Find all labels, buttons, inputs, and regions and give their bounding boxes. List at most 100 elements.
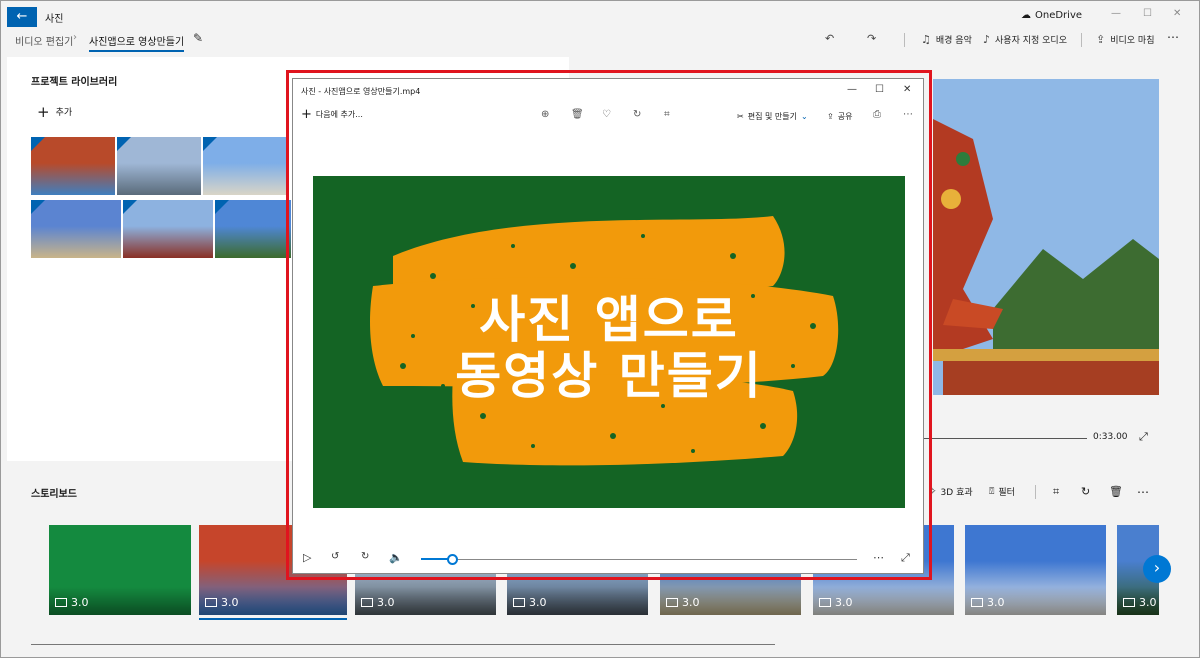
clip-duration-label: 3.0	[835, 596, 853, 609]
library-thumbnail[interactable]	[31, 200, 121, 258]
clip-duration: 3.0	[1123, 596, 1157, 609]
crop-icon[interactable]: ⌗	[664, 109, 670, 120]
custom-audio-label: 사용자 지정 오디오	[995, 36, 1067, 46]
play-icon[interactable]: ▷	[303, 551, 311, 564]
edit-and-create-button[interactable]: ✂ 편집 및 만들기 ⌄	[737, 111, 808, 122]
image-icon	[55, 598, 67, 607]
library-thumbnail[interactable]	[117, 137, 201, 195]
custom-audio-button[interactable]: ♪ 사용자 지정 오디오	[983, 33, 1067, 46]
video-frame[interactable]: 사진 앱으로 동영상 만들기	[313, 176, 905, 508]
viewer-maximize-button[interactable]: ☐	[875, 84, 884, 95]
close-button[interactable]: ✕	[1173, 8, 1181, 19]
used-marker-icon	[117, 137, 131, 151]
used-marker-icon	[31, 200, 45, 214]
viewer-toolbar: + 다음에 추가... ⊕ 🗑 ♡ ↻ ⌗ ✂ 편집 및 만들기 ⌄ ⇪ 공유 …	[293, 105, 923, 127]
seek-thumb[interactable]	[447, 554, 458, 565]
storyboard-next-button[interactable]: ›	[1143, 555, 1171, 583]
plus-icon: +	[37, 102, 50, 121]
video-preview	[933, 79, 1159, 395]
filter-icon: ⍔	[989, 486, 995, 497]
cloud-icon: ☁	[1021, 10, 1031, 21]
back-button[interactable]: ←	[7, 7, 37, 27]
export-icon: ⇪	[1096, 33, 1106, 46]
minimize-button[interactable]: —	[1111, 8, 1121, 19]
add-label: 추가	[55, 108, 73, 118]
viewer-title-bar: 사진 - 사진앱으로 영상만들기.mp4 — ☐ ✕	[293, 79, 923, 103]
preview-time: 0:33.00	[1093, 432, 1128, 442]
filter-label: 필터	[998, 488, 1015, 498]
clip-duration: 3.0	[361, 596, 395, 609]
zoom-icon[interactable]: ⊕	[541, 109, 549, 120]
clip-duration-label: 3.0	[71, 596, 89, 609]
viewer-title: 사진 - 사진앱으로 영상만들기.mp4	[301, 87, 421, 96]
clip-duration-label: 3.0	[377, 596, 395, 609]
rotate-icon[interactable]: ↻	[633, 109, 641, 120]
image-icon	[513, 598, 525, 607]
share-icon: ⇪	[827, 112, 834, 121]
filter-button[interactable]: ⍔ 필터	[989, 485, 1015, 499]
library-thumbnail[interactable]	[215, 200, 291, 258]
clip-duration: 3.0	[819, 596, 853, 609]
undo-icon[interactable]: ↶	[825, 32, 834, 45]
playback-controls: ▷ ↺ ↻ 🔈 ⋯ ⤢	[293, 545, 923, 573]
music-note-icon: ♫	[921, 33, 931, 46]
command-bar: 비디오 편집기 › 사진앱으로 영상만들기 ✎ ↶ ↷ ♫ 배경 음악 ♪ 사용…	[1, 29, 1199, 53]
image-icon	[205, 598, 217, 607]
volume-icon[interactable]: 🔈	[389, 551, 403, 564]
video-title-line2: 동영상 만들기	[455, 347, 763, 405]
used-marker-icon	[215, 200, 229, 214]
favorite-heart-icon[interactable]: ♡	[602, 109, 611, 120]
storyboard-clip[interactable]: 3.0	[965, 525, 1106, 615]
rewind-10-icon[interactable]: ↺	[331, 551, 339, 562]
forward-30-icon[interactable]: ↻	[361, 551, 369, 562]
more-options-button[interactable]: ⋯	[1167, 30, 1179, 44]
edit-and-create-label: 편집 및 만들기	[747, 112, 797, 121]
plus-icon: +	[301, 106, 312, 122]
storyboard-more-button[interactable]: ⋯	[1137, 485, 1149, 499]
seek-track[interactable]	[421, 559, 857, 560]
redo-icon[interactable]: ↷	[867, 32, 876, 45]
storyboard-clip[interactable]: 3.0	[49, 525, 191, 615]
clip-duration-label: 3.0	[1139, 596, 1157, 609]
crop-icon[interactable]: ⌗	[1053, 485, 1059, 499]
clip-duration-label: 3.0	[682, 596, 700, 609]
add-media-button[interactable]: + 추가	[37, 102, 73, 121]
image-icon	[666, 598, 678, 607]
background-music-button[interactable]: ♫ 배경 음악	[921, 33, 972, 46]
3d-effects-button[interactable]: ✧ 3D 효과	[929, 485, 973, 499]
rotate-icon[interactable]: ↻	[1081, 485, 1090, 498]
rename-pencil-icon[interactable]: ✎	[193, 31, 203, 45]
selected-clip-indicator	[199, 618, 347, 620]
library-thumbnail[interactable]	[203, 137, 287, 195]
background-music-label: 배경 음악	[935, 36, 972, 46]
finish-video-button[interactable]: ⇪ 비디오 마침	[1096, 33, 1154, 46]
print-icon[interactable]: ⎙	[873, 109, 881, 120]
preview-seek-track[interactable]	[921, 438, 1087, 439]
temple-preview-image	[933, 79, 1159, 395]
clip-duration: 3.0	[666, 596, 700, 609]
library-thumbnail[interactable]	[31, 137, 115, 195]
viewer-more-button[interactable]: ⋯	[903, 109, 913, 120]
maximize-button[interactable]: ☐	[1143, 8, 1152, 19]
video-viewer-window: 사진 - 사진앱으로 영상만들기.mp4 — ☐ ✕ + 다음에 추가... ⊕…	[292, 78, 924, 574]
playback-more-button[interactable]: ⋯	[873, 551, 884, 564]
library-thumbnail[interactable]	[123, 200, 213, 258]
storyboard-scrollbar[interactable]	[31, 644, 775, 645]
delete-icon[interactable]: 🗑	[571, 109, 584, 120]
breadcrumb-video-editor[interactable]: 비디오 편집기	[15, 33, 73, 48]
add-to-button[interactable]: + 다음에 추가...	[301, 106, 363, 122]
fullscreen-expand-icon[interactable]: ⤢	[1139, 430, 1148, 444]
fullscreen-icon[interactable]: ⤢	[901, 551, 910, 565]
library-title: 프로젝트 라이브러리	[31, 77, 118, 88]
image-icon	[1123, 598, 1135, 607]
clip-duration-label: 3.0	[987, 596, 1005, 609]
onedrive-status[interactable]: ☁ OneDrive	[1021, 10, 1082, 21]
audio-icon: ♪	[983, 33, 991, 46]
share-button[interactable]: ⇪ 공유	[827, 111, 852, 122]
viewer-minimize-button[interactable]: —	[847, 84, 857, 95]
divider	[1081, 33, 1082, 47]
delete-icon[interactable]: 🗑	[1109, 485, 1123, 498]
clip-duration: 3.0	[513, 596, 547, 609]
viewer-close-button[interactable]: ✕	[903, 84, 911, 95]
clip-duration-label: 3.0	[529, 596, 547, 609]
